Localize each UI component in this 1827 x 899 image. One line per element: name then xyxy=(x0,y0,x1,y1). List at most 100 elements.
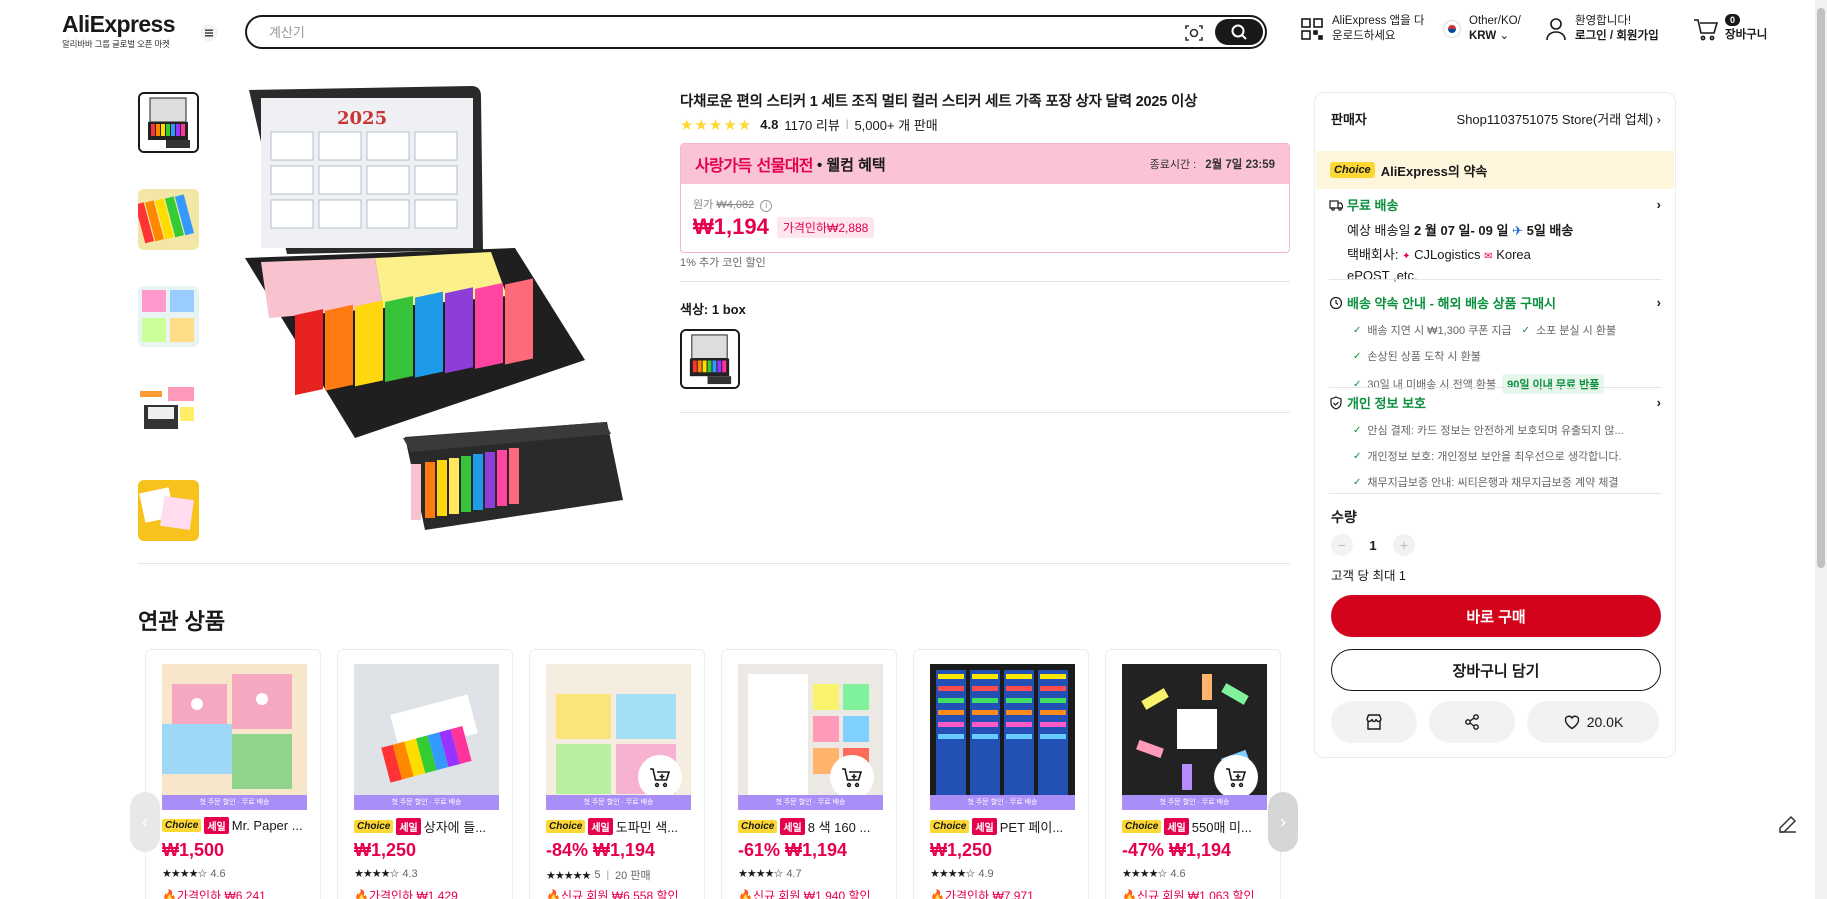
fire-icon: 🔥 xyxy=(354,889,369,899)
product-price: -61% ₩1,194 xyxy=(738,840,848,860)
product-title: 다채로운 편의 스티커 1 세트 조직 멀티 컬러 스티커 세트 가족 포장 상… xyxy=(680,94,1198,110)
product-name: 550매 미... xyxy=(1191,820,1252,835)
seller-name: Shop1103751075 Store(거래 업체) xyxy=(1456,112,1654,127)
aliexpress-logo[interactable]: AliExpress 알리바바 그룹 글로벌 오픈 마켓 xyxy=(62,12,176,50)
original-price-row: 원가 ₩4,082 i xyxy=(693,196,773,212)
shield-icon xyxy=(1330,395,1342,410)
promo-strip: 첫 주문 할인 · 무료 배송 xyxy=(738,795,883,810)
end-time-label: 종료시간 : xyxy=(1149,159,1197,171)
rating-stars: ★★★★☆ xyxy=(930,868,975,880)
thumbnail-5[interactable] xyxy=(138,480,199,541)
choice-badge: Choice xyxy=(1122,820,1162,833)
korea-flag-icon xyxy=(1443,20,1461,38)
thumbnail-3[interactable] xyxy=(138,286,199,347)
delivery-date: 2 월 07 일- 09 일 xyxy=(1414,223,1509,238)
privacy-title: 개인 정보 보호 xyxy=(1347,396,1426,411)
search-button[interactable] xyxy=(1215,19,1263,45)
app-download-line1: AliExpress 앱을 다 xyxy=(1332,15,1425,27)
choice-badge: Choice xyxy=(1330,162,1375,178)
account-menu[interactable]: 환영합니다! 로그인 / 회원가입 xyxy=(1545,14,1659,44)
divider xyxy=(1329,493,1661,494)
color-option-1-box[interactable] xyxy=(680,329,740,389)
original-price: ₩4,082 xyxy=(716,199,755,211)
add-to-cart-icon[interactable] xyxy=(638,755,682,799)
edit-icon[interactable] xyxy=(1776,812,1800,836)
sale-badge: 세일 xyxy=(972,818,997,835)
carousel-prev-button[interactable]: ‹ xyxy=(130,792,160,852)
cart-count-badge: 0 xyxy=(1725,14,1741,26)
shipping-section[interactable]: 무료 배송 › 예상 배송일 2 월 07 일- 09 일 ✈ 5일 배송 택배… xyxy=(1329,195,1661,285)
add-to-cart-button[interactable]: 장바구니 담기 xyxy=(1331,649,1661,691)
sale-price: ₩1,194 xyxy=(693,214,769,239)
app-download-line2: 운로드하세요 xyxy=(1332,30,1396,42)
airplane-icon: ✈ xyxy=(1512,223,1523,238)
search-input[interactable] xyxy=(269,18,1139,46)
quantity-increase-button[interactable]: + xyxy=(1393,534,1415,556)
carrier-3: ePOST ,etc. xyxy=(1347,268,1418,283)
menu-icon[interactable] xyxy=(200,24,218,42)
rating-value: 4.3 xyxy=(402,867,418,880)
login-signup-link[interactable]: 로그인 / 회원가입 xyxy=(1575,29,1659,44)
thumbnail-1[interactable] xyxy=(138,92,199,153)
share-button[interactable] xyxy=(1429,701,1515,743)
add-to-cart-icon[interactable] xyxy=(1214,755,1258,799)
currency-label: KRW xyxy=(1469,30,1497,42)
promo-header: 사랑가득 선물대전 • 웰컴 혜택 종료시간 : 2월 7일 23:59 xyxy=(681,144,1289,184)
related-product-card[interactable]: 첫 주문 할인 · 무료 배송 Choice 세일 도파민 색... -84% ₩1… xyxy=(529,649,705,899)
review-count-link[interactable]: 1170 리뷰 xyxy=(784,115,840,134)
promo-strip: 첫 주문 할인 · 무료 배송 xyxy=(354,795,499,810)
product-note: 가격인하 ₩1,429 xyxy=(368,889,458,899)
locale-selector[interactable]: Other/KO/KRW ⌄ xyxy=(1443,14,1521,44)
rating-value: 4.7 xyxy=(786,867,802,880)
qr-code-icon xyxy=(1301,18,1323,40)
divider xyxy=(680,412,1290,413)
carousel-next-button[interactable]: › xyxy=(1268,792,1298,852)
sold-count: 20 판매 xyxy=(615,870,651,882)
user-icon xyxy=(1546,18,1566,41)
wishlist-count: 20.0K xyxy=(1586,714,1624,730)
main-product-image[interactable]: 2025 xyxy=(225,82,650,537)
wishlist-button[interactable]: 20.0K xyxy=(1527,701,1659,743)
product-name: 도파민 색... xyxy=(615,820,679,835)
related-product-card[interactable]: 첫 주문 할인 · 무료 배송 Choice 세일 PET 페이... ₩1,250… xyxy=(913,649,1089,899)
privacy-item-2: 개인정보 보호: 개인정보 보안을 최우선으로 생각합니다. xyxy=(1367,451,1622,463)
delivery-guarantee-section[interactable]: 배송 약속 안내 - 해외 배송 상품 구매시 › ✓ 배송 지연 시 ₩1,30… xyxy=(1329,293,1661,394)
privacy-section[interactable]: 개인 정보 보호 › ✓ 안심 결제: 카드 정보는 안전하게 보호되며 유출되지… xyxy=(1329,393,1661,490)
epost-logo-icon: ✉ xyxy=(1484,251,1493,262)
product-note: 가격인하 ₩6,241 xyxy=(176,889,266,899)
scrollbar-thumb[interactable] xyxy=(1817,8,1825,568)
carrier-2: Korea xyxy=(1496,247,1531,262)
promo-strip: 첫 주문 할인 · 무료 배송 xyxy=(546,795,691,810)
product-price: ₩1,250 xyxy=(930,840,993,860)
product-name: 상자에 들... xyxy=(423,820,487,835)
thumbnail-4[interactable] xyxy=(138,383,199,444)
free-return-badge: 90일 이내 무료 반품 xyxy=(1502,374,1605,394)
add-to-cart-icon[interactable] xyxy=(830,755,874,799)
product-image xyxy=(354,664,499,809)
carrier-1: CJLogistics xyxy=(1414,247,1481,262)
rating-summary: ★★★★★ 4.8 1170 리뷰 | 5,000+ 개 판매 xyxy=(680,115,938,134)
divider xyxy=(1329,279,1661,280)
product-name: Mr. Paper ... xyxy=(231,818,303,833)
app-download[interactable]: AliExpress 앱을 다운로드하세요 xyxy=(1300,14,1424,44)
check-icon: ✓ xyxy=(1353,476,1362,488)
store-button[interactable] xyxy=(1331,701,1417,743)
related-product-card[interactable]: 첫 주문 할인 · 무료 배송 Choice 세일 550매 미... -47% ₩… xyxy=(1105,649,1281,899)
delivery-estimate: 예상 배송일 2 월 07 일- 09 일 ✈ 5일 배송 xyxy=(1347,220,1661,239)
sale-badge: 세일 xyxy=(396,818,421,835)
seller-row[interactable]: 판매자 Shop1103751075 Store(거래 업체) › xyxy=(1331,109,1661,128)
info-icon[interactable]: i xyxy=(760,200,773,212)
quantity-value[interactable]: 1 xyxy=(1353,538,1393,553)
related-product-card[interactable]: 첫 주문 할인 · 무료 배송 Choice 세일 Mr. Paper ... ₩1… xyxy=(145,649,321,899)
buy-now-button[interactable]: 바로 구매 xyxy=(1331,595,1661,637)
search-bar xyxy=(245,15,1267,49)
image-search-icon[interactable] xyxy=(1182,21,1206,45)
related-product-card[interactable]: 첫 주문 할인 · 무료 배송 Choice 세일 8 색 160 ... -61%… xyxy=(721,649,897,899)
fire-icon: 🔥 xyxy=(930,889,945,899)
related-product-card[interactable]: 첫 주문 할인 · 무료 배송 Choice 세일 상자에 들... ₩1,250 … xyxy=(337,649,513,899)
search-icon xyxy=(1231,24,1247,40)
thumbnail-2[interactable] xyxy=(138,189,199,250)
fire-icon: 🔥 xyxy=(162,889,177,899)
quantity-decrease-button[interactable]: − xyxy=(1331,534,1353,556)
choice-badge: Choice xyxy=(930,820,970,833)
